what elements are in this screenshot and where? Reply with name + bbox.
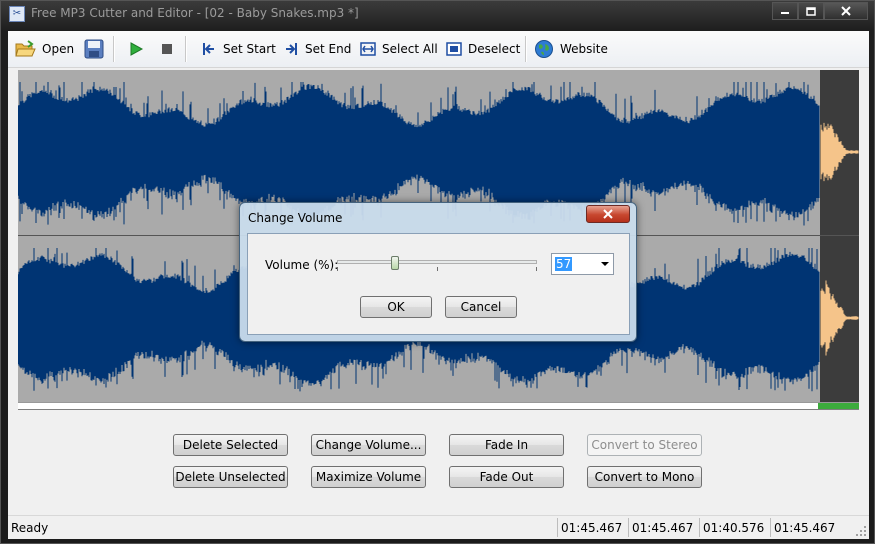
status-bar: Ready 01:45.467 01:45.467 01:40.576 01:4… bbox=[8, 515, 869, 539]
set-end-label: Set End bbox=[305, 42, 352, 56]
status-separator bbox=[699, 518, 700, 537]
minimize-icon bbox=[781, 12, 789, 14]
maximize-icon bbox=[806, 6, 816, 16]
deselect-label: Deselect bbox=[468, 42, 521, 56]
close-icon bbox=[841, 6, 851, 16]
ok-button[interactable]: OK bbox=[360, 296, 432, 318]
slider-tick bbox=[337, 267, 338, 271]
dialog-body: Volume (%): 57 OK Cancel bbox=[247, 233, 630, 335]
website-button[interactable]: Website bbox=[534, 38, 608, 60]
close-button[interactable] bbox=[824, 2, 868, 20]
globe-icon bbox=[535, 40, 553, 58]
set-start-icon bbox=[203, 43, 214, 55]
stop-icon bbox=[162, 44, 172, 54]
fade-out-button[interactable]: Fade Out bbox=[449, 466, 564, 488]
status-time-end: 01:40.576 bbox=[703, 521, 765, 535]
slider-tick bbox=[437, 267, 438, 271]
waveform-scrollbar[interactable] bbox=[18, 402, 859, 409]
website-label: Website bbox=[560, 42, 608, 56]
volume-combobox[interactable]: 57 bbox=[551, 253, 614, 275]
toolbar-separator bbox=[525, 36, 527, 62]
delete-selected-button[interactable]: Delete Selected bbox=[173, 434, 288, 456]
play-button[interactable] bbox=[128, 38, 144, 60]
status-time-total: 01:45.467 bbox=[561, 521, 623, 535]
save-button[interactable] bbox=[84, 38, 104, 60]
maximize-button[interactable] bbox=[798, 2, 824, 20]
toolbar-separator bbox=[113, 36, 115, 62]
set-end-icon bbox=[286, 43, 297, 55]
toolbar: Open Set Start Set End Select All Desele… bbox=[8, 31, 869, 68]
close-icon bbox=[603, 209, 613, 219]
fade-in-button[interactable]: Fade In bbox=[449, 434, 564, 456]
convert-to-mono-button[interactable]: Convert to Mono bbox=[587, 466, 702, 488]
status-separator bbox=[628, 518, 629, 537]
title-bar[interactable]: ✂ Free MP3 Cutter and Editor - [02 - Bab… bbox=[1, 1, 874, 27]
deselect-button[interactable]: Deselect bbox=[446, 38, 520, 60]
deselect-icon bbox=[446, 42, 462, 56]
status-time-length: 01:45.467 bbox=[774, 521, 836, 535]
maximize-volume-button[interactable]: Maximize Volume bbox=[311, 466, 426, 488]
resize-grip-icon[interactable] bbox=[855, 525, 867, 537]
status-time-start: 01:45.467 bbox=[632, 521, 694, 535]
convert-to-stereo-button[interactable]: Convert to Stereo bbox=[587, 434, 702, 456]
minimize-button[interactable] bbox=[772, 2, 798, 20]
set-end-button[interactable]: Set End bbox=[283, 38, 351, 60]
select-all-button[interactable]: Select All bbox=[360, 38, 438, 60]
delete-unselected-button[interactable]: Delete Unselected bbox=[173, 466, 288, 488]
select-all-icon bbox=[360, 42, 376, 56]
toolbar-separator bbox=[185, 36, 187, 62]
status-text: Ready bbox=[11, 521, 49, 535]
slider-tick bbox=[536, 267, 537, 271]
app-window: ✂ Free MP3 Cutter and Editor - [02 - Bab… bbox=[0, 0, 875, 544]
select-all-label: Select All bbox=[382, 42, 438, 56]
volume-value[interactable]: 57 bbox=[555, 257, 573, 271]
volume-slider-thumb[interactable] bbox=[391, 256, 399, 270]
status-separator bbox=[557, 518, 558, 537]
volume-label: Volume (%): bbox=[265, 258, 339, 272]
divider-line bbox=[18, 409, 859, 410]
status-separator bbox=[770, 518, 771, 537]
dropdown-arrow-icon[interactable] bbox=[601, 262, 609, 266]
change-volume-dialog: Change Volume Volume (%): 57 OK Cancel bbox=[239, 202, 637, 342]
volume-slider-track bbox=[337, 260, 537, 264]
dialog-close-button[interactable] bbox=[586, 205, 630, 223]
set-start-label: Set Start bbox=[223, 42, 276, 56]
stop-button[interactable] bbox=[160, 38, 174, 60]
play-icon bbox=[130, 42, 144, 56]
change-volume-button[interactable]: Change Volume... bbox=[311, 434, 426, 456]
cancel-button[interactable]: Cancel bbox=[445, 296, 517, 318]
set-start-button[interactable]: Set Start bbox=[201, 38, 276, 60]
save-icon bbox=[84, 39, 104, 59]
app-icon: ✂ bbox=[9, 6, 25, 22]
volume-slider[interactable] bbox=[337, 256, 537, 272]
dialog-title: Change Volume bbox=[248, 211, 343, 225]
window-title: Free MP3 Cutter and Editor - [02 - Baby … bbox=[31, 6, 359, 20]
open-label: Open bbox=[42, 42, 75, 56]
open-button[interactable]: Open bbox=[14, 38, 74, 60]
folder-open-icon bbox=[15, 40, 36, 57]
window-controls bbox=[772, 2, 868, 22]
